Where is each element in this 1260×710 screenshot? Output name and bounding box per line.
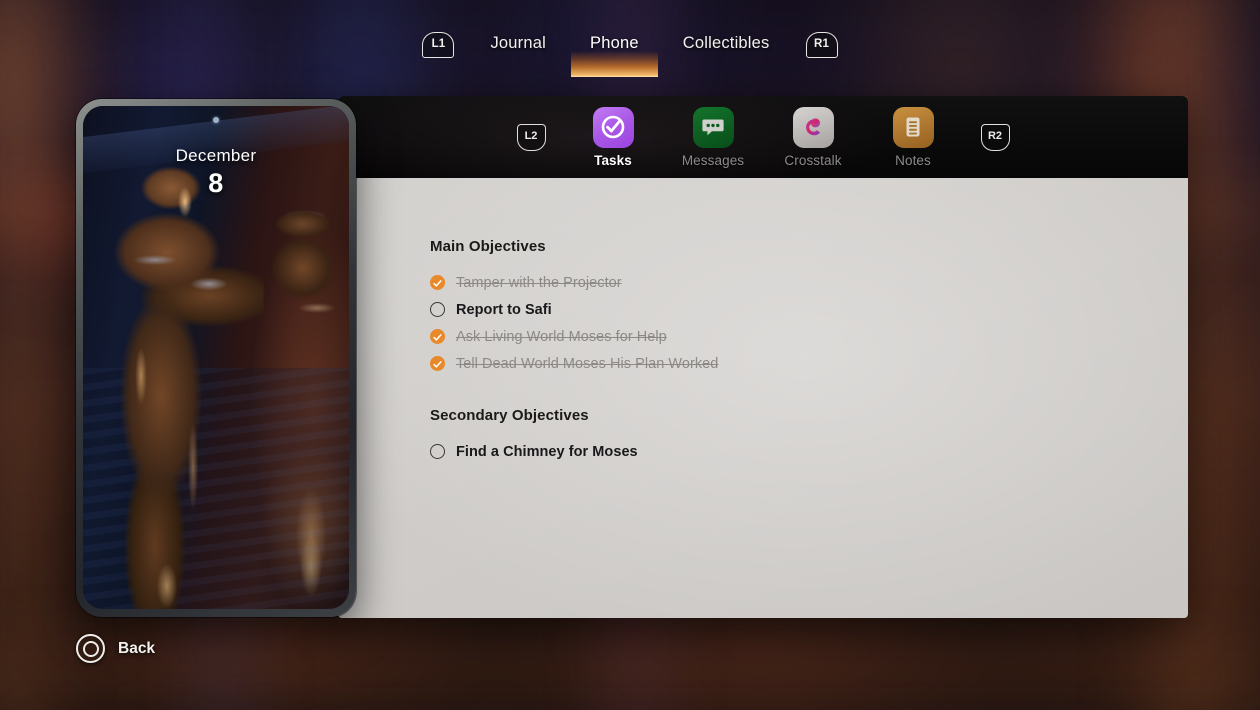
- app-tab-tasks[interactable]: Tasks: [563, 106, 663, 168]
- objective-item[interactable]: Tamper with the Projector: [430, 269, 1188, 296]
- tab-phone[interactable]: Phone: [568, 30, 661, 77]
- objective-label: Tell Dead World Moses His Plan Worked: [456, 355, 719, 372]
- checkbox-empty-icon: [430, 444, 445, 459]
- tab-journal-label: Journal: [490, 34, 547, 52]
- objective-label: Report to Safi: [456, 301, 552, 318]
- main-objectives-heading: Main Objectives: [430, 238, 546, 255]
- tasks-content-panel: Main Objectives Tamper with the Projecto…: [338, 178, 1188, 618]
- secondary-objectives-heading: Secondary Objectives: [430, 407, 589, 424]
- app-tab-notes[interactable]: Notes: [863, 106, 963, 168]
- document-lines-icon: [892, 106, 934, 148]
- objective-label: Ask Living World Moses for Help: [456, 328, 667, 345]
- checkbox-checked-icon: [430, 329, 445, 344]
- phone-month-label: December: [175, 146, 257, 165]
- app-tab-messages-label: Messages: [681, 152, 745, 168]
- objectives-list: Main Objectives Tamper with the Projecto…: [338, 178, 1188, 465]
- phone-app-header: L2 Tasks Messages Crosstalk Notes R2: [338, 96, 1188, 178]
- check-circle-icon: [592, 106, 634, 148]
- objective-label: Find a Chimney for Moses: [456, 443, 638, 460]
- tab-collectibles-label: Collectibles: [682, 34, 770, 52]
- r1-bumper-icon: R1: [805, 31, 838, 58]
- r1-bumper-label: R1: [813, 38, 830, 51]
- r2-trigger-slot: R2: [963, 123, 1027, 151]
- l2-trigger-label: L2: [524, 129, 538, 142]
- objective-item[interactable]: Report to Safi: [430, 296, 1188, 323]
- wallpaper-statue-highlights: [89, 166, 264, 609]
- l1-bumper-label: L1: [431, 38, 446, 51]
- letter-c-icon: [792, 106, 834, 148]
- front-camera-icon: [213, 117, 219, 123]
- tab-journal[interactable]: Journal: [468, 30, 568, 59]
- app-tab-crosstalk-label: Crosstalk: [784, 152, 842, 168]
- phone-screen: December 8: [83, 106, 349, 609]
- phone-device-mockup: December 8: [76, 99, 356, 617]
- phone-day-label: 8: [208, 168, 224, 198]
- l1-bumper-icon: L1: [422, 31, 455, 58]
- checkbox-checked-icon: [430, 275, 445, 290]
- l2-trigger-icon: L2: [516, 123, 546, 151]
- app-tab-tasks-label: Tasks: [594, 152, 632, 168]
- app-tab-notes-label: Notes: [895, 152, 931, 168]
- l2-trigger-slot: L2: [499, 123, 563, 151]
- phone-app-tab-row: L2 Tasks Messages Crosstalk Notes R2: [338, 96, 1188, 178]
- phone-date-display: December 8: [83, 146, 349, 199]
- circle-button-icon: [76, 634, 105, 663]
- objective-item[interactable]: Ask Living World Moses for Help: [430, 323, 1188, 350]
- r2-trigger-icon: R2: [980, 123, 1010, 151]
- top-navigation-bar: L1 Journal Phone Collectibles R1: [0, 0, 1260, 88]
- phone-panel: L2 Tasks Messages Crosstalk Notes R2 Mai…: [338, 96, 1188, 618]
- back-button[interactable]: Back: [76, 634, 155, 663]
- objective-item[interactable]: Find a Chimney for Moses: [430, 438, 1188, 465]
- app-tab-crosstalk[interactable]: Crosstalk: [763, 106, 863, 168]
- checkbox-empty-icon: [430, 302, 445, 317]
- back-button-label: Back: [118, 639, 156, 657]
- active-tab-underline-glow: [571, 51, 658, 77]
- wallpaper-second-statue: [259, 202, 349, 362]
- r2-trigger-label: R2: [987, 129, 1003, 142]
- app-tab-messages[interactable]: Messages: [663, 106, 763, 168]
- tab-collectibles[interactable]: Collectibles: [661, 30, 792, 59]
- objective-group-secondary: Secondary Objectives Find a Chimney for …: [430, 407, 1188, 465]
- objective-label: Tamper with the Projector: [456, 274, 622, 291]
- speech-bubble-icon: [692, 106, 734, 148]
- objective-group-main: Main Objectives Tamper with the Projecto…: [430, 238, 1188, 377]
- objective-item[interactable]: Tell Dead World Moses His Plan Worked: [430, 350, 1188, 377]
- tab-phone-label: Phone: [590, 34, 639, 52]
- checkbox-checked-icon: [430, 356, 445, 371]
